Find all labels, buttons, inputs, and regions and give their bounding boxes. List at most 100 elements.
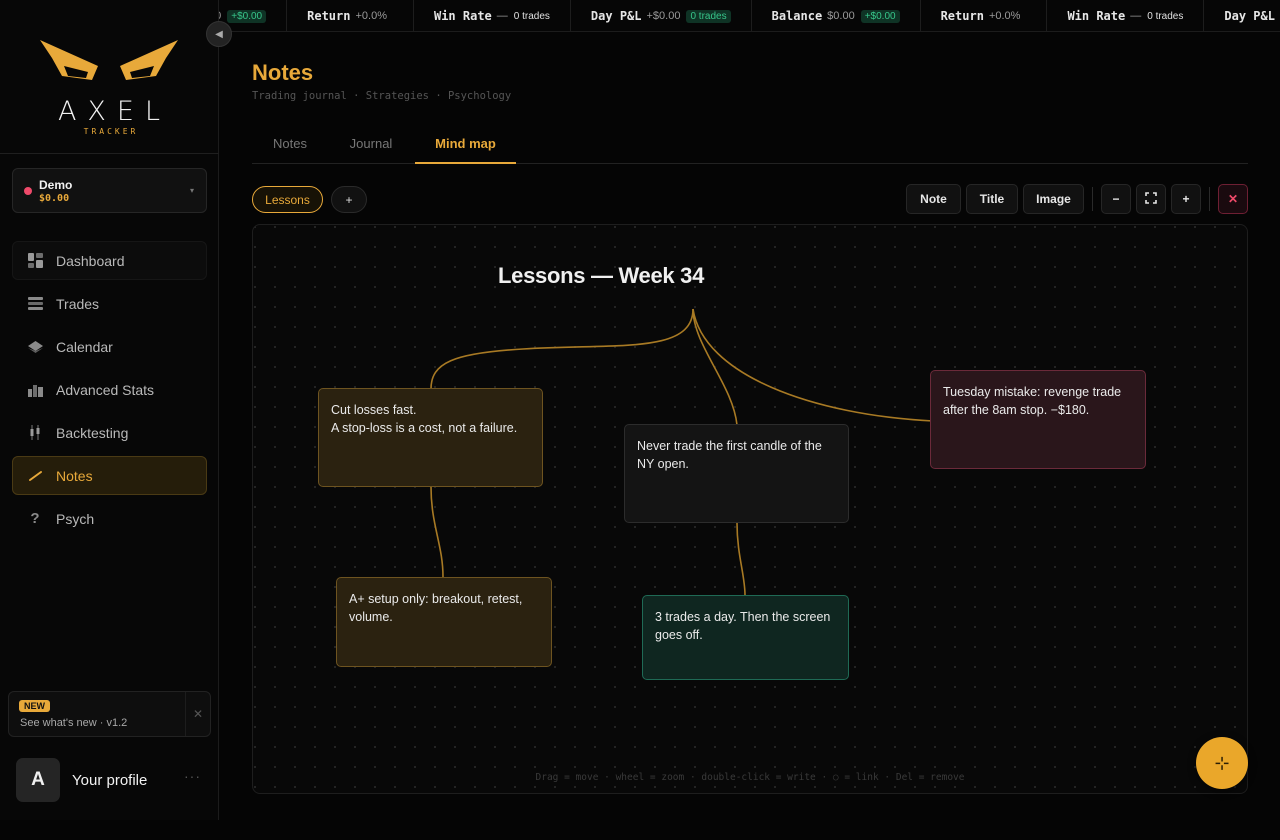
link-root-cut-losses[interactable] (430, 308, 694, 390)
sidebar-item-label: Dashboard (56, 252, 125, 269)
ticker-label: Return (307, 9, 351, 23)
link-cut-losses-setup[interactable] (430, 486, 444, 578)
toolbar-divider (1209, 187, 1210, 211)
sidebar-item-label: Advanced Stats (56, 381, 155, 398)
map-switcher: Lessons + (252, 186, 367, 213)
tab-bar: Notes Journal Mind map (252, 125, 1248, 164)
ticker-item: Day P&L +$0.00 0 trades (571, 0, 752, 31)
ticker-value: $0.00 (827, 10, 855, 22)
ticker-label: Balance (771, 9, 823, 23)
ticker-change-badge: 0 trades (686, 9, 731, 23)
note-node-three-trades[interactable]: 3 trades a day. Then the screen goes off… (642, 595, 849, 680)
whats-new-banner[interactable]: NEW See what's new · v1.2 ✕ (8, 691, 211, 737)
notes-icon (27, 468, 43, 484)
owl-wings-icon (40, 40, 178, 80)
ticker-item: Return +0.0% (921, 0, 1048, 31)
fullscreen-icon (1145, 191, 1157, 207)
calendar-icon (27, 339, 43, 355)
tab-mind-map[interactable]: Mind map (415, 125, 516, 164)
toolbar-divider (1092, 187, 1093, 211)
stats-ticker: 00+$0.00Return+0.0%Win Rate—0 tradesDay … (219, 0, 1280, 32)
canvas-shortcut-hint: Drag = move · wheel = zoom · double-clic… (535, 772, 965, 783)
ticker-value: — (1130, 10, 1142, 22)
link-root-first-candle[interactable] (692, 308, 738, 426)
sidebar-item-psych[interactable]: ? Psych (12, 499, 207, 538)
sidebar-item-advanced-stats[interactable]: Advanced Stats (12, 370, 207, 409)
ticker-value: +0.0% (988, 10, 1021, 22)
close-icon[interactable]: ✕ (193, 707, 203, 721)
ticker-item: Win Rate — 0 trades (1047, 0, 1205, 31)
tab-notes[interactable]: Notes (252, 125, 328, 164)
add-title-button[interactable]: Title (966, 184, 1018, 214)
trades-icon (27, 296, 43, 312)
collapse-sidebar-button[interactable]: ◀ (206, 21, 232, 47)
divider (185, 692, 186, 736)
mindmap-canvas[interactable]: Lessons — Week 34 Cut losses fast. A sto… (252, 224, 1248, 794)
zoom-out-button[interactable]: − (1101, 184, 1131, 214)
ticker-value: +0.0% (355, 10, 387, 22)
ticker-item: Win Rate — 0 trades (414, 0, 571, 31)
ticker-item: Return +0.0% (287, 0, 414, 31)
sidebar-item-dashboard[interactable]: Dashboard (12, 241, 207, 280)
account-balance: $0.00 (39, 193, 70, 204)
sidebar-item-calendar[interactable]: Calendar (12, 327, 207, 366)
stats-icon (27, 382, 43, 398)
ticker-item: Balance $0.00 +$0.00 (752, 0, 921, 31)
ticker-item: Day P&L (1204, 0, 1280, 31)
ticker-value: — (496, 10, 508, 22)
ticker-label: Win Rate (433, 9, 492, 23)
add-map-button[interactable]: + (331, 186, 367, 213)
add-note-button[interactable]: Note (906, 184, 961, 214)
sidebar-item-label: Notes (56, 467, 93, 484)
add-node-fab[interactable]: ⊹ (1196, 737, 1248, 789)
ticker-change-badge: +$0.00 (860, 9, 900, 23)
note-node-first-candle[interactable]: Never trade the first candle of the NY o… (624, 424, 849, 523)
ticker-track: 00+$0.00Return+0.0%Win Rate—0 tradesDay … (219, 0, 1280, 31)
page-title: Notes (252, 60, 314, 85)
zoom-in-button[interactable]: + (1171, 184, 1201, 214)
ticker-trade-count: 0 trades (1147, 10, 1184, 22)
sidebar-item-label: Calendar (56, 338, 113, 355)
sidebar-item-notes[interactable]: Notes (12, 456, 207, 495)
account-selector[interactable]: Demo $0.00 ▾ (12, 168, 207, 213)
ticker-label: Day P&L (1224, 9, 1275, 23)
sidebar-item-label: Trades (56, 295, 100, 312)
ticker-trade-count: 0 trades (513, 10, 550, 22)
whats-new-text: See what's new · v1.2 (20, 717, 128, 729)
sidebar-item-label: Backtesting (56, 424, 129, 441)
link-root-tuesday[interactable] (692, 308, 934, 422)
tab-journal[interactable]: Journal (333, 125, 409, 164)
profile-menu[interactable]: A Your profile ··· (16, 758, 211, 804)
new-badge: NEW (19, 700, 50, 712)
ticker-change-badge: +$0.00 (227, 9, 267, 23)
delete-map-button[interactable]: ✕ (1218, 184, 1248, 214)
ticker-label: Win Rate (1067, 9, 1126, 23)
note-node-a-plus-setup[interactable]: A+ setup only: breakout, retest, volume. (336, 577, 552, 667)
brand-subtitle: TRACKER (83, 127, 139, 136)
crosshair-icon: ⊹ (1214, 752, 1230, 773)
backtesting-icon (27, 425, 43, 441)
sidebar-item-backtesting[interactable]: Backtesting (12, 413, 207, 452)
ticker-label: Return (940, 9, 984, 23)
add-image-button[interactable]: Image (1023, 184, 1084, 214)
page-subtitle: Trading journal · Strategies · Psycholog… (252, 90, 512, 102)
map-pill-lessons[interactable]: Lessons (252, 186, 323, 213)
account-status-dot (24, 187, 32, 195)
fit-screen-button[interactable] (1136, 184, 1166, 214)
sidebar: AXEL TRACKER ◀ Demo $0.00 ▾ Dashboard Tr… (0, 0, 232, 820)
chevron-down-icon: ▾ (189, 186, 194, 195)
note-node-tuesday-mistake[interactable]: Tuesday mistake: revenge trade after the… (930, 370, 1146, 469)
mindmap-title-node[interactable]: Lessons — Week 34 (498, 263, 704, 289)
brand-wordmark: AXEL (57, 96, 172, 127)
link-candle-three-trades[interactable] (736, 522, 746, 596)
more-options-icon[interactable]: ··· (184, 768, 201, 784)
sidebar-item-trades[interactable]: Trades (12, 284, 207, 323)
brand-logo[interactable]: AXEL TRACKER (0, 0, 219, 154)
chevron-left-icon: ◀ (215, 28, 223, 40)
note-node-cut-losses[interactable]: Cut losses fast. A stop-loss is a cost, … (318, 388, 543, 487)
avatar: A (16, 758, 60, 802)
psych-icon: ? (30, 510, 40, 527)
profile-name: Your profile (72, 772, 148, 789)
dashboard-icon (27, 253, 43, 269)
ticker-label: Day P&L (590, 9, 642, 23)
